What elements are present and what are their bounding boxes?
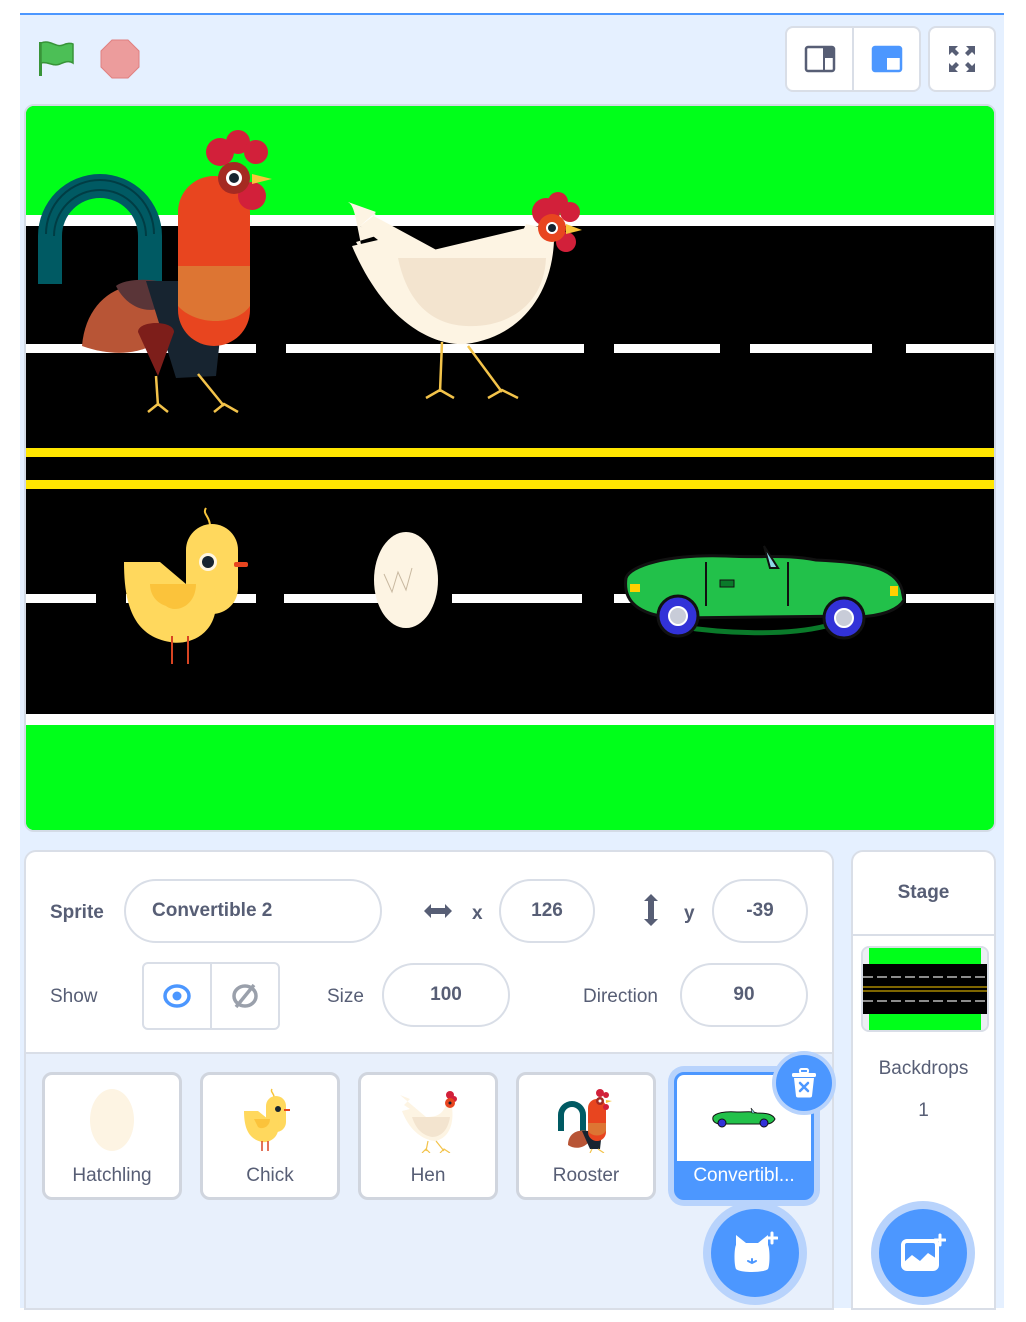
hide-sprite-button[interactable] [210, 964, 278, 1028]
x-label: x [472, 903, 483, 924]
road-backdrop [26, 106, 994, 830]
y-label: y [684, 903, 695, 924]
backdrops-label: Backdrops [878, 1058, 969, 1079]
choose-sprite-button[interactable] [711, 1209, 799, 1297]
trash-icon [792, 1068, 816, 1098]
delete-sprite-button[interactable] [776, 1055, 832, 1111]
sprite-name: Hatchling [72, 1165, 152, 1186]
small-stage-button[interactable] [787, 28, 852, 90]
sprite-properties: Sprite Convertible 2 x 126 y -39 Show Si… [26, 852, 832, 1054]
sprite-thumbnail [519, 1081, 653, 1159]
add-sprite-cat-icon [734, 1231, 778, 1272]
yellow-line [26, 448, 994, 457]
eye-icon [163, 984, 191, 1008]
sprite-label: Sprite [50, 902, 104, 923]
size-input[interactable]: 100 [382, 963, 510, 1027]
show-toggle [142, 962, 280, 1030]
backdrop-thumbnail[interactable] [861, 946, 989, 1032]
vertical-arrows-icon [642, 892, 660, 933]
add-backdrop-icon [901, 1233, 946, 1271]
direction-input[interactable]: 90 [680, 963, 808, 1027]
stop-button[interactable] [99, 38, 141, 80]
sprite-name-input[interactable]: Convertible 2 [124, 879, 382, 943]
small-stage-icon [804, 45, 835, 73]
fullscreen-button[interactable] [928, 26, 996, 92]
x-position-input[interactable]: 126 [499, 879, 595, 943]
choose-backdrop-button[interactable] [879, 1209, 967, 1297]
backdrops-count: 1 [918, 1100, 929, 1121]
hatchling-sprite[interactable] [374, 532, 438, 628]
sprite-tile-rooster[interactable]: Rooster [516, 1072, 656, 1200]
sprite-tile-hen[interactable]: Hen [358, 1072, 498, 1200]
sprite-tile-hatchling[interactable]: Hatchling [42, 1072, 182, 1200]
sprite-thumbnail [361, 1081, 495, 1159]
normal-stage-button[interactable] [852, 28, 919, 90]
sprite-thumbnail [45, 1081, 179, 1159]
green-flag-icon [39, 41, 74, 76]
sprite-name: Chick [246, 1165, 294, 1186]
stage-size-toggle [785, 26, 921, 92]
y-position-input[interactable]: -39 [712, 879, 808, 943]
direction-label: Direction [583, 986, 658, 1007]
show-label: Show [50, 986, 98, 1007]
sprite-name: Rooster [552, 1165, 620, 1186]
sprite-name: Hen [410, 1165, 446, 1186]
sprite-name: Convertibl... [693, 1165, 795, 1186]
eye-slash-icon [232, 983, 258, 1009]
stage-canvas[interactable] [24, 104, 996, 832]
horizontal-arrows-icon [422, 902, 454, 925]
green-flag-button[interactable] [36, 38, 78, 80]
show-sprite-button[interactable] [144, 964, 210, 1028]
yellow-line [26, 480, 994, 489]
stop-icon [100, 39, 140, 79]
fullscreen-icon [949, 46, 975, 72]
stage-title: Stage [853, 852, 994, 936]
sprite-thumbnail [203, 1081, 337, 1159]
normal-stage-icon [871, 45, 902, 73]
sprite-tile-chick[interactable]: Chick [200, 1072, 340, 1200]
size-label: Size [327, 986, 364, 1007]
